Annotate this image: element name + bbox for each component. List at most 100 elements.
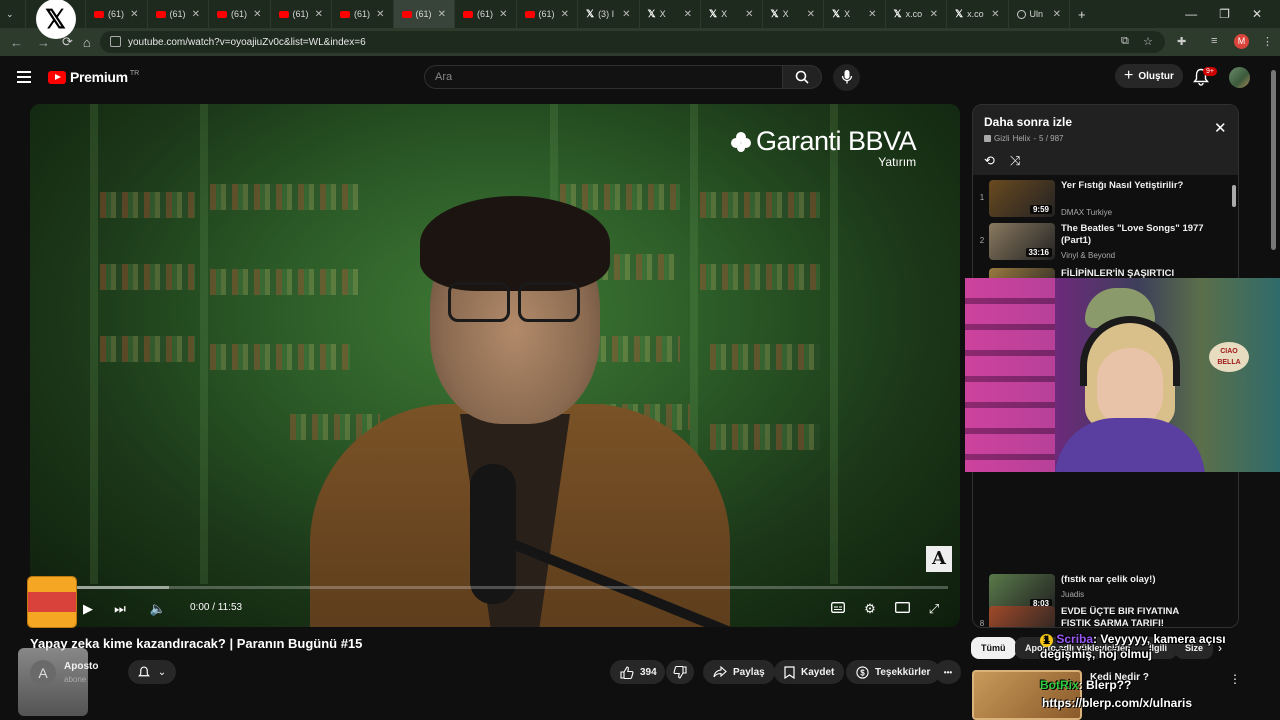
browser-tab[interactable]: 𝕏x.co ✕ <box>947 0 1009 28</box>
sponsor-subtitle: Yatırım <box>878 155 917 169</box>
close-tab-icon[interactable]: ✕ <box>745 9 753 20</box>
playlist-title[interactable]: Daha sonra izle <box>984 115 1072 129</box>
tab-x-pinned[interactable]: 𝕏 <box>26 0 86 39</box>
browser-tab[interactable]: 𝕏 X ✕ <box>701 0 763 28</box>
account-avatar[interactable] <box>1229 67 1250 88</box>
close-tab-icon[interactable]: ✕ <box>868 9 876 20</box>
playlist-item[interactable]: 1 9:59 Yer Fıstığı Nasıl Yetiştirilir? DMAX… <box>973 177 1235 223</box>
close-tab-icon[interactable]: ✕ <box>1053 9 1061 20</box>
playlist-item-title[interactable]: Yer Fıstığı Nasıl Yetiştirilir? <box>1061 180 1211 192</box>
playlist-item[interactable]: 2 33:16 The Beatles "Love Songs" 1977 (Par… <box>973 220 1235 266</box>
save-button[interactable]: Kaydet <box>774 660 845 684</box>
close-tab-icon[interactable]: ✕ <box>930 9 938 20</box>
presenter-glasses <box>448 282 510 322</box>
menu-icon[interactable] <box>17 71 31 86</box>
address-bar-row: ← → ⟳ ⌂ youtube.com/watch?v=oyoajiuZv0c&… <box>0 28 1280 56</box>
close-tab-icon[interactable]: ✕ <box>499 9 507 20</box>
browser-tab[interactable]: 𝕏 X ✕ <box>763 0 824 28</box>
chat-link: https://blerp.com/x/ulnaris <box>1042 696 1193 710</box>
playlist-item[interactable]: 8 11:10 EVDE ÜÇTE BIR FIYATINA FISTIK SARM… <box>973 603 1235 627</box>
create-button[interactable]: + Oluştur <box>1115 64 1183 88</box>
filter-chip[interactable]: Tümü <box>971 637 1016 659</box>
share-button[interactable]: Paylaş <box>703 660 775 684</box>
close-tab-icon[interactable]: ✕ <box>253 9 261 20</box>
browser-tab[interactable]: 𝕏 X ✕ <box>824 0 886 28</box>
close-tab-icon[interactable]: ✕ <box>684 9 692 20</box>
browser-tab[interactable]: (61) ✕ <box>209 0 271 28</box>
theater-mode-icon[interactable] <box>892 599 912 619</box>
profile-avatar[interactable]: M <box>1234 34 1249 49</box>
browser-tab[interactable]: (61) ✕ <box>517 0 578 28</box>
more-vert-icon[interactable]: ⋮ <box>1229 672 1241 686</box>
like-button[interactable]: 394 <box>610 660 665 684</box>
tab-search-menu[interactable]: ⌄ <box>0 0 26 28</box>
browser-tab[interactable]: (61) ✕ <box>393 0 455 28</box>
url-field[interactable]: youtube.com/watch?v=oyoajiuZv0c&list=WL&… <box>100 31 1165 53</box>
extensions-icon[interactable]: ✚ <box>1177 35 1186 48</box>
home-icon[interactable]: ⌂ <box>83 35 91 50</box>
browser-tab[interactable]: (61) ✕ <box>86 0 148 28</box>
playlist-item-channel[interactable]: Juadis <box>1061 590 1084 599</box>
playlist-item-title[interactable]: The Beatles "Love Songs" 1977 (Part1) <box>1061 223 1211 247</box>
play-button[interactable]: ▶ <box>78 599 98 619</box>
channel-avatar[interactable]: A <box>30 660 56 686</box>
browser-tab[interactable]: (61) ✕ <box>332 0 394 28</box>
loop-icon[interactable]: ⟲ <box>984 153 995 169</box>
close-tab-icon[interactable]: ✕ <box>376 9 384 20</box>
playlist-item-channel[interactable]: Vinyl & Beyond <box>1061 251 1115 260</box>
close-tab-icon[interactable]: ✕ <box>192 9 200 20</box>
voice-search-button[interactable] <box>833 64 860 91</box>
close-tab-icon[interactable]: ✕ <box>807 9 815 20</box>
browser-tab[interactable]: (61) ✕ <box>271 0 332 28</box>
restore-icon[interactable]: ❐ <box>1219 7 1230 21</box>
close-tab-icon[interactable]: ✕ <box>315 9 323 20</box>
close-tab-icon[interactable]: ✕ <box>991 9 999 20</box>
new-tab-button[interactable]: + <box>1070 0 1094 28</box>
youtube-logo[interactable]: Premium TR <box>48 69 139 85</box>
back-icon[interactable]: ← <box>10 35 23 50</box>
minimize-icon[interactable]: — <box>1185 7 1197 21</box>
shuffle-icon[interactable]: ⤨ <box>1010 153 1020 169</box>
browser-tab[interactable]: Uln ✕ <box>1009 0 1070 28</box>
subtitles-icon[interactable] <box>828 599 848 619</box>
reading-list-icon[interactable]: ≡ <box>1211 35 1217 47</box>
browser-tab[interactable]: (61) ✕ <box>148 0 209 28</box>
close-tab-icon[interactable]: ✕ <box>622 9 630 20</box>
browser-tab[interactable]: 𝕏x.co ✕ <box>886 0 947 28</box>
subscription-bell-button[interactable]: ⌄ <box>128 660 176 684</box>
more-actions-button[interactable]: ••• <box>935 660 961 684</box>
channel-subscribers: abone <box>64 675 87 684</box>
settings-gear-icon[interactable]: ⚙ <box>860 599 880 619</box>
playlist-item-thumbnail[interactable]: 33:16 <box>989 223 1055 260</box>
video-player[interactable]: Garanti BBVA Yatırım A ▶ ⏭ 🔈 0:00 / 11:5… <box>30 104 960 627</box>
more-menu-icon[interactable]: ⋮ <box>1262 35 1273 48</box>
playlist-item-title[interactable]: EVDE ÜÇTE BIR FIYATINA FISTIK SARMA TARI… <box>1061 606 1211 627</box>
close-playlist-icon[interactable]: ✕ <box>1214 119 1227 137</box>
playlist-item-channel[interactable]: DMAX Turkiye <box>1061 208 1112 217</box>
next-button[interactable]: ⏭ <box>110 599 130 619</box>
browser-tab[interactable]: (61) ✕ <box>455 0 517 28</box>
close-tab-icon[interactable]: ✕ <box>438 9 446 20</box>
page-scrollbar[interactable] <box>1271 70 1276 250</box>
playlist-item-index: 2 <box>979 236 985 245</box>
install-app-icon[interactable]: ⧉ <box>1121 35 1129 48</box>
thanks-button[interactable]: $ Teşekkürler <box>846 660 941 684</box>
search-input[interactable]: Ara <box>424 65 782 89</box>
channel-name[interactable]: Aposto <box>64 661 98 672</box>
bookmark-star-icon[interactable]: ☆ <box>1143 35 1153 48</box>
dislike-button[interactable] <box>666 660 694 684</box>
playlist-item-thumbnail[interactable]: 9:59 <box>989 180 1055 217</box>
browser-tab[interactable]: 𝕏 (3) I ✕ <box>578 0 640 28</box>
browser-tab[interactable]: 𝕏 X ✕ <box>640 0 701 28</box>
playlist-item-title[interactable]: (fıstık nar çelik olay!) <box>1061 574 1211 586</box>
site-info-icon[interactable] <box>110 36 121 47</box>
fullscreen-icon[interactable]: ⤢ <box>924 599 944 619</box>
logo-region: TR <box>129 69 140 77</box>
close-tab-icon[interactable]: ✕ <box>561 9 569 20</box>
close-window-icon[interactable]: ✕ <box>1252 7 1262 21</box>
close-tab-icon[interactable]: ✕ <box>130 9 138 20</box>
playlist-item-thumbnail[interactable]: 11:10 <box>989 606 1055 627</box>
search-button[interactable] <box>782 65 822 89</box>
video-progress-bar[interactable] <box>42 586 948 589</box>
volume-icon[interactable]: 🔈 <box>148 599 168 619</box>
